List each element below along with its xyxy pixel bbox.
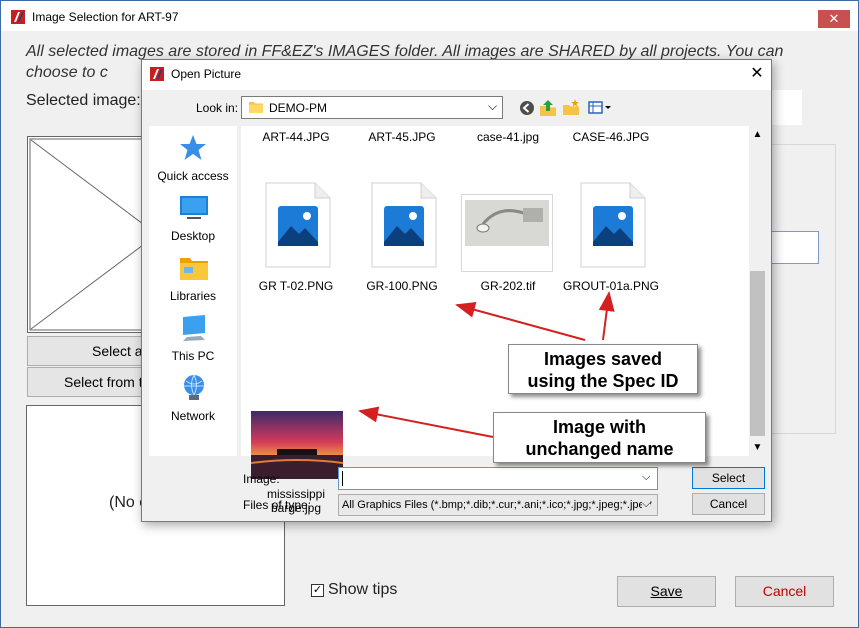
places-bar: Quick access Desktop Libraries This PC N… [149, 126, 237, 456]
scroll-down-arrow-icon[interactable]: ▼ [749, 439, 766, 456]
place-label: Desktop [170, 229, 216, 243]
new-folder-icon[interactable] [561, 98, 581, 118]
place-label: Quick access [157, 169, 229, 183]
place-quick-access[interactable]: Quick access [149, 131, 237, 187]
photo-thumbnail [461, 194, 553, 272]
star-icon [180, 135, 206, 160]
libraries-icon [180, 258, 208, 280]
cancel-button[interactable]: Cancel [735, 576, 834, 607]
details-panel [771, 144, 836, 434]
file-name: ART-44.JPG [262, 130, 330, 144]
image-file-icon [371, 182, 437, 268]
dialog-title: Open Picture [171, 67, 242, 81]
app-icon [11, 10, 25, 24]
file-name: GR-100.PNG [366, 279, 438, 293]
look-in-label: Look in: [196, 101, 239, 115]
show-tips-checkbox[interactable]: ✓ [311, 584, 324, 597]
callout-unchanged-name: Image with unchanged name [493, 412, 706, 463]
details-input[interactable] [771, 231, 819, 264]
select-button[interactable]: Select [692, 467, 765, 489]
back-icon[interactable] [517, 98, 537, 118]
file-name: ART-45.JPG [368, 130, 436, 144]
image-label: Image: [243, 472, 280, 486]
place-network[interactable]: Network [149, 371, 237, 427]
save-button-label: Save [650, 583, 683, 599]
files-of-type-dropdown[interactable]: All Graphics Files (*.bmp;*.dib;*.cur;*.… [338, 494, 658, 516]
chevron-down-icon: ⌵ [488, 99, 498, 113]
image-file-icon [580, 182, 646, 268]
callout-spec-id: Images saved using the Spec ID [508, 344, 698, 394]
place-label: This PC [171, 349, 215, 363]
look-in-dropdown[interactable]: DEMO-PM ⌵ [241, 96, 503, 119]
up-folder-icon[interactable] [538, 98, 558, 118]
vertical-scrollbar[interactable]: ▲ ▼ [749, 126, 766, 456]
file-item[interactable]: GR-202.tif [458, 182, 558, 302]
file-item[interactable]: CASE-46.JPG [561, 126, 661, 148]
place-libraries[interactable]: Libraries [149, 251, 237, 307]
place-desktop[interactable]: Desktop [149, 191, 237, 247]
select-image-button-label: Select a [92, 343, 143, 359]
place-this-pc[interactable]: This PC [149, 311, 237, 367]
place-label: Libraries [169, 289, 217, 303]
scroll-up-arrow-icon[interactable]: ▲ [749, 126, 766, 143]
chevron-down-icon: ⌵ [642, 498, 651, 511]
scroll-thumb[interactable] [750, 271, 765, 436]
file-item[interactable]: GR-100.PNG [352, 182, 452, 302]
callout-line: Images saved [543, 349, 663, 369]
file-name: case-41.jpg [476, 130, 540, 144]
text-caret [342, 471, 343, 486]
file-item[interactable]: ART-45.JPG [352, 126, 452, 148]
folder-icon [249, 102, 263, 113]
image-name-input[interactable]: ⌵ [338, 467, 658, 490]
files-of-type-label: Files of type: [243, 498, 312, 512]
file-name: GROUT-01a.PNG [562, 279, 660, 293]
callout-line: unchanged name [525, 439, 674, 459]
app-icon [150, 67, 164, 81]
dialog-cancel-button[interactable]: Cancel [692, 493, 765, 515]
file-item[interactable]: ART-44.JPG [246, 126, 346, 148]
title-bar: Image Selection for ART-97 ✕ [1, 1, 858, 31]
files-of-type-value: All Graphics Files (*.bmp;*.dib;*.cur;*.… [342, 499, 652, 511]
file-item[interactable]: GR T-02.PNG [246, 182, 346, 302]
place-label: Network [170, 409, 215, 423]
chevron-down-icon[interactable]: ⌵ [642, 471, 650, 484]
file-name: GR T-02.PNG [258, 279, 334, 293]
view-menu-icon[interactable] [587, 98, 613, 118]
file-list[interactable]: ART-44.JPG ART-45.JPG case-41.jpg CASE-4… [241, 126, 749, 515]
close-button[interactable]: ✕ [818, 10, 850, 28]
select-from-button-label: Select from th [64, 374, 151, 390]
image-file-icon [265, 182, 331, 268]
file-name: GR-202.tif [480, 279, 536, 293]
selected-image-label: Selected image: [26, 92, 141, 109]
computer-icon [183, 315, 205, 341]
dialog-title-bar: Open Picture ✕ [142, 60, 771, 90]
look-in-value: DEMO-PM [269, 101, 327, 115]
save-button[interactable]: Save [617, 576, 716, 607]
network-icon [184, 374, 204, 400]
sunset-photo-thumbnail [251, 411, 343, 479]
file-item[interactable]: mississippi barge.jpg [246, 349, 346, 515]
callout-line: Image with [552, 417, 646, 437]
window-title: Image Selection for ART-97 [32, 10, 179, 24]
callout-line: using the Spec ID [527, 371, 679, 391]
show-tips-label[interactable]: Show tips [328, 581, 397, 599]
file-item[interactable]: GROUT-01a.PNG [561, 182, 661, 302]
file-name: CASE-46.JPG [572, 130, 650, 144]
desktop-icon [180, 196, 208, 219]
file-item[interactable]: case-41.jpg [458, 126, 558, 148]
dialog-close-button[interactable]: ✕ [746, 63, 768, 85]
